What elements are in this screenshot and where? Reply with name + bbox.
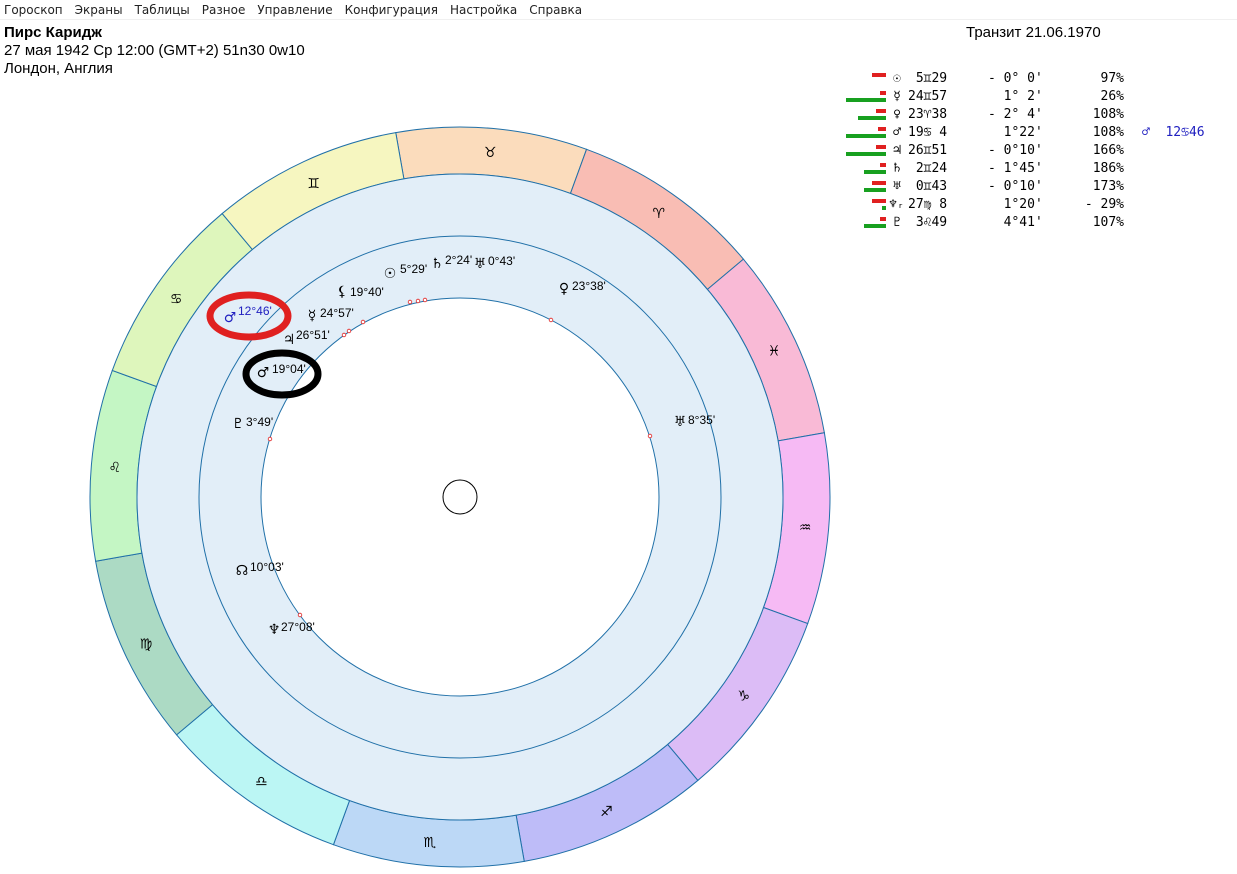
planet-marker (415, 298, 421, 304)
planet-marker (360, 319, 366, 325)
wheel-planet-label: 0°43' (488, 254, 515, 268)
zodiac-sign-icon: ♌ (109, 460, 122, 476)
transit-mars-icon[interactable]: ♂ (224, 310, 237, 326)
zodiac-sign-icon: ♈ (652, 206, 665, 222)
wheel-planet-label: 8°35' (688, 413, 715, 427)
planet-marker (267, 436, 273, 442)
zodiac-sign-icon: ♎ (255, 774, 268, 790)
zodiac-sign-icon: ♑ (738, 689, 751, 705)
planet-marker (297, 612, 303, 618)
wheel-planet-label: 24°57' (320, 306, 354, 320)
zodiac-sign-icon: ♉ (484, 145, 497, 161)
wheel-planet-icon[interactable]: ♀ (559, 281, 569, 297)
wheel-planet-label: 23°38' (572, 279, 606, 293)
wheel-planet-icon[interactable]: ♆ (268, 622, 281, 638)
zodiac-sign-icon: ♐ (600, 804, 613, 820)
planet-marker (647, 433, 653, 439)
wheel-planet-icon[interactable]: ☿ (308, 308, 317, 324)
planet-marker (346, 328, 352, 334)
zodiac-sign-icon: ♏ (424, 835, 437, 851)
wheel-planet-label: 19°40' (350, 285, 384, 299)
wheel-planet-icon[interactable]: ♃ (283, 332, 296, 348)
wheel-planet-icon[interactable]: ♄ (431, 256, 444, 272)
wheel-planet-label: 10°03' (250, 560, 284, 574)
zodiac-sign-icon: ♒ (799, 520, 812, 536)
wheel-planet-icon[interactable]: ☉ (384, 266, 397, 282)
planet-marker (422, 297, 428, 303)
planet-marker (407, 299, 413, 305)
wheel-planet-label: 27°08' (281, 620, 315, 634)
chart-wheel[interactable]: ♉♈♓♒♑♐♏♎♍♌♋♊ ☉ 5°29' ♄ 2°24' ♅ 0°43'♀ 23°38'⚸ 1… (0, 0, 1237, 874)
planet-marker (548, 317, 554, 323)
zodiac-sign-icon: ♓ (768, 344, 781, 360)
wheel-planet-icon[interactable]: ♅ (674, 414, 687, 430)
zodiac-sign-icon: ♍ (140, 636, 153, 652)
wheel-planet-label: 19°04' (272, 362, 306, 376)
wheel-planet-label: 3°49' (246, 415, 273, 429)
wheel-planet-icon[interactable]: ♂ (257, 365, 270, 381)
wheel-planet-icon[interactable]: ♇ (232, 416, 245, 432)
planet-marker (341, 332, 347, 338)
transit-mars-label: 12°46' (238, 304, 272, 318)
wheel-planet-label: 26°51' (296, 328, 330, 342)
center-circle (442, 479, 478, 515)
zodiac-sign-icon: ♋ (170, 291, 183, 307)
wheel-planet-label: 5°29' (400, 262, 427, 276)
wheel-planet-icon[interactable]: ⚸ (337, 284, 347, 300)
wheel-planet-icon[interactable]: ♅ (474, 256, 487, 272)
zodiac-sign-icon: ♊ (307, 176, 320, 192)
wheel-planet-icon[interactable]: ☊ (236, 563, 248, 579)
wheel-planet-label: 2°24' (445, 253, 472, 267)
